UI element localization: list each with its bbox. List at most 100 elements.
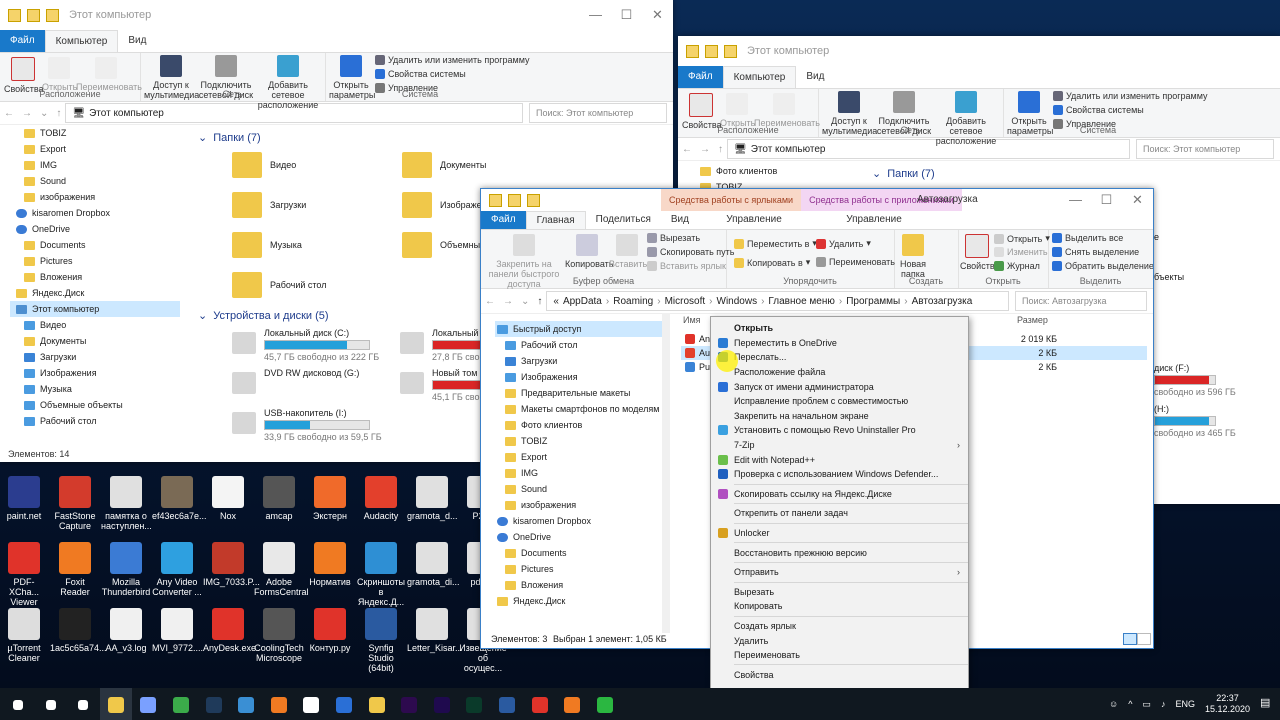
paste-button[interactable]: Вставить	[609, 234, 647, 269]
audition-icon[interactable]	[458, 688, 490, 720]
folder-item[interactable]: Загрузки	[232, 192, 306, 218]
desktop-icon[interactable]: Synfig Studio (64bit)	[356, 608, 406, 673]
large-icons-view-button[interactable]	[1137, 633, 1151, 645]
tree-item[interactable]: TOBIZ	[10, 125, 180, 141]
context-menu-item[interactable]: Unlocker	[711, 526, 968, 541]
tree-item[interactable]: kisaromen Dropbox	[10, 205, 180, 221]
context-menu-item[interactable]: Вырезать	[711, 585, 968, 600]
open-button[interactable]: Открыть	[42, 57, 77, 92]
drive-item[interactable]: USB-накопитель (I:) 33,9 ГБ свободно из 5…	[232, 408, 382, 442]
context-menu-item[interactable]: Переименовать	[711, 648, 968, 663]
maximize-button[interactable]: ☐	[1091, 189, 1122, 211]
folder-item[interactable]: Документы	[402, 152, 486, 178]
desktop-icon[interactable]: Letter_Kisar...	[407, 608, 463, 653]
drive-item[interactable]: (H:) свободно из 465 ГБ	[1154, 404, 1236, 438]
tree-item[interactable]: Рабочий стол	[10, 413, 180, 429]
context-menu-item[interactable]: Расположение файла	[711, 365, 968, 380]
properties-button[interactable]: Свойства	[960, 234, 1000, 271]
tree-item[interactable]: Sound	[10, 173, 180, 189]
forward-button[interactable]: →	[499, 296, 517, 307]
tree-item[interactable]: Предварительные макеты	[495, 385, 665, 401]
search-input[interactable]: Поиск: Этот компьютер	[529, 103, 667, 123]
tree-item[interactable]: Pictures	[495, 561, 665, 577]
desktop-icon[interactable]: AA_v3.log	[101, 608, 151, 653]
context-menu-item[interactable]: Свойства	[711, 667, 968, 682]
context-menu-item[interactable]: Отправить ›	[711, 565, 968, 580]
context-menu-item[interactable]: Запуск от имени администратора	[711, 379, 968, 394]
desktop-icon[interactable]: µTorrent Cleaner	[0, 608, 49, 663]
desktop-icon[interactable]: Скриншоты в Яндекс.Д...	[356, 542, 406, 607]
context-menu-item[interactable]: Скопировать ссылку на Яндекс.Диске	[711, 487, 968, 502]
tab-view[interactable]: Вид	[661, 211, 699, 229]
app-icon[interactable]	[524, 688, 556, 720]
delete-button[interactable]: Удалить ▾	[816, 238, 871, 249]
explorer-icon[interactable]	[99, 688, 132, 720]
context-menu-item[interactable]: Открыть	[711, 321, 968, 336]
whatsapp-icon[interactable]	[589, 688, 621, 720]
history-button[interactable]: Журнал	[994, 261, 1040, 271]
open-button[interactable]: Открыть ▾	[994, 233, 1050, 244]
search-icon[interactable]	[35, 688, 67, 720]
uninstall-button[interactable]: Удалить или изменить программу	[1053, 91, 1207, 101]
search-input[interactable]: Поиск: Автозагрузка	[1015, 291, 1147, 311]
search-input[interactable]: Поиск: Этот компьютер	[1136, 139, 1274, 159]
up-button[interactable]: ↑	[52, 108, 65, 119]
breadcrumb-item[interactable]: Главное меню	[768, 296, 834, 307]
volume-icon[interactable]: ♪	[1161, 699, 1166, 709]
tree-item[interactable]: IMG	[10, 157, 180, 173]
task-view-icon[interactable]	[67, 688, 99, 720]
open-button[interactable]: Открыть	[720, 93, 755, 128]
desktop-icon[interactable]: amcap	[254, 476, 304, 521]
tab-file[interactable]: Файл	[0, 30, 45, 52]
desktop-icon[interactable]: MVI_9772....	[152, 608, 203, 653]
app-icon[interactable]	[556, 688, 588, 720]
firefox-icon[interactable]	[263, 688, 295, 720]
desktop-icon[interactable]: Норматив	[305, 542, 355, 587]
app-icon[interactable]	[328, 688, 360, 720]
cut-button[interactable]: Вырезать	[647, 233, 700, 243]
breadcrumb-item[interactable]: Программы	[846, 296, 900, 307]
tab-home[interactable]: Главная	[525, 211, 586, 229]
tab-manage-shortcut[interactable]: Управление	[699, 211, 809, 229]
select-all-button[interactable]: Выделить все	[1052, 233, 1123, 243]
context-menu-item[interactable]: Переместить в OneDrive	[711, 336, 968, 351]
recent-button[interactable]: ⌄	[36, 108, 52, 119]
desktop-icon[interactable]: Foxit Reader	[50, 542, 100, 597]
copy-button[interactable]: Копировать	[565, 234, 613, 269]
context-menu-item[interactable]: Удалить	[711, 633, 968, 648]
chrome-icon[interactable]	[165, 688, 197, 720]
add-location-button[interactable]: Добавить сетевое расположение	[932, 91, 1000, 146]
context-menu-item[interactable]: 7-Zip ›	[711, 438, 968, 453]
visio-icon[interactable]	[491, 688, 523, 720]
desktop-icon[interactable]: Adobe FormsCentral	[254, 542, 309, 597]
tree-item[interactable]: Export	[10, 141, 180, 157]
clock[interactable]: 22:37 15.12.2020	[1205, 693, 1250, 715]
tree-item[interactable]: Изображения	[495, 369, 665, 385]
network-icon[interactable]: ▭	[1142, 699, 1151, 710]
close-button[interactable]: ✕	[1122, 189, 1153, 211]
drive-item[interactable]: Локальный диск (C:) 45,7 ГБ свободно из 2…	[232, 328, 379, 362]
desktop-icon[interactable]: gramota_di...	[407, 542, 460, 587]
folder-item[interactable]: Музыка	[232, 232, 302, 258]
edit-button[interactable]: Изменить	[994, 247, 1048, 257]
tree-item[interactable]: kisaromen Dropbox	[495, 513, 665, 529]
tree-item[interactable]: Загрузки	[10, 349, 180, 365]
desktop-icon[interactable]: памятка о наступлен...	[101, 476, 152, 531]
context-menu-item[interactable]: Закрепить на начальном экране	[711, 409, 968, 424]
context-menu-item[interactable]: Восстановить прежнюю версию	[711, 545, 968, 560]
add-location-button[interactable]: Добавить сетевое расположение	[254, 55, 322, 110]
drive-item[interactable]: диск (F:) свободно из 596 ГБ	[1154, 363, 1236, 397]
details-view-button[interactable]	[1123, 633, 1137, 645]
tree-item[interactable]: Изображения	[10, 365, 180, 381]
maximize-button[interactable]: ☐	[611, 0, 642, 30]
context-menu-item[interactable]: Edit with Notepad++	[711, 452, 968, 467]
context-menu-item[interactable]: Переслать...	[711, 350, 968, 365]
breadcrumb-item[interactable]: AppData	[563, 296, 602, 307]
tree-item[interactable]: Documents	[495, 545, 665, 561]
people-icon[interactable]: ☺	[1109, 699, 1118, 709]
tree-item[interactable]: Макеты смартфонов по моделям	[495, 401, 665, 417]
drives-section-header[interactable]: ⌄ Устройства и диски (5)	[198, 309, 329, 323]
tab-view[interactable]: Вид	[796, 66, 834, 88]
up-button[interactable]: ↑	[714, 144, 727, 155]
forward-button[interactable]: →	[18, 108, 36, 119]
